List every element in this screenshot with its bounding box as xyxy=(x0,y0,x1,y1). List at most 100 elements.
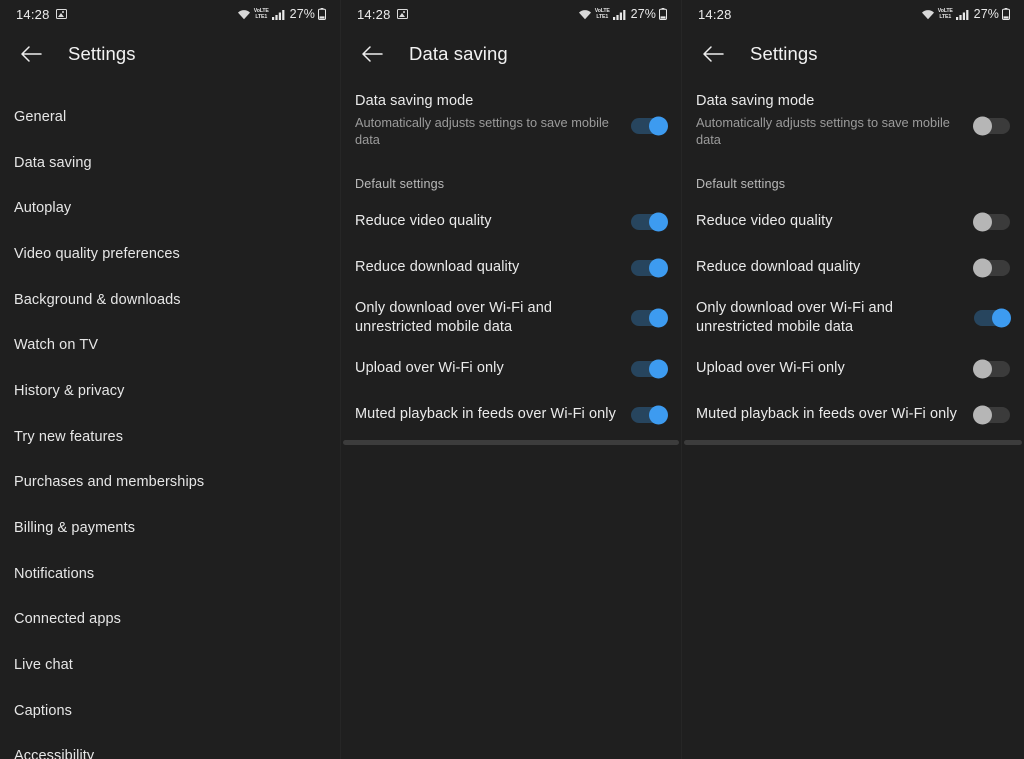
settings-nav-list: General Data saving Autoplay Video quali… xyxy=(0,80,340,759)
settings-content: Data saving mode Automatically adjusts s… xyxy=(341,80,681,438)
sidebar-item-connected-apps[interactable]: Connected apps xyxy=(0,597,340,643)
row-text: Reduce download quality xyxy=(355,258,631,278)
arrow-left-icon xyxy=(361,45,383,63)
sidebar-item-label: Try new features xyxy=(14,429,123,445)
row-upload-over-wifi-only[interactable]: Upload over Wi-Fi only xyxy=(355,346,667,392)
row-upload-over-wifi-only[interactable]: Upload over Wi-Fi only xyxy=(696,346,1010,392)
row-title: Reduce download quality xyxy=(355,258,619,278)
image-icon xyxy=(56,9,67,19)
status-bar-left: 14:28 xyxy=(698,7,732,22)
wifi-icon xyxy=(237,9,251,20)
scrollbar-thumb[interactable] xyxy=(343,440,679,445)
row-text: Upload over Wi-Fi only xyxy=(696,359,974,379)
sidebar-item-data-saving[interactable]: Data saving xyxy=(0,140,340,186)
sidebar-item-history-and-privacy[interactable]: History & privacy xyxy=(0,368,340,414)
row-title: Muted playback in feeds over Wi-Fi only xyxy=(355,405,619,425)
row-reduce-video-quality[interactable]: Reduce video quality xyxy=(696,199,1010,245)
sidebar-item-live-chat[interactable]: Live chat xyxy=(0,642,340,688)
row-text: Only download over Wi-Fi and unrestricte… xyxy=(696,299,974,338)
toggle-reduce-download-quality[interactable] xyxy=(974,260,1010,276)
back-button[interactable] xyxy=(355,37,389,71)
row-text: Reduce download quality xyxy=(696,258,974,278)
horizontal-scrollbar[interactable] xyxy=(682,440,1024,445)
sidebar-item-label: Video quality preferences xyxy=(14,246,180,262)
sidebar-item-try-new-features[interactable]: Try new features xyxy=(0,414,340,460)
sidebar-item-notifications[interactable]: Notifications xyxy=(0,551,340,597)
row-reduce-download-quality[interactable]: Reduce download quality xyxy=(696,245,1010,291)
toggle-only-download-over-wifi[interactable] xyxy=(974,310,1010,326)
row-title: Reduce video quality xyxy=(696,212,962,232)
sidebar-item-captions[interactable]: Captions xyxy=(0,688,340,734)
app-bar: Settings xyxy=(682,28,1024,80)
row-title: Data saving mode xyxy=(696,92,962,112)
row-only-download-over-wifi[interactable]: Only download over Wi-Fi and unrestricte… xyxy=(355,291,667,346)
sidebar-item-label: Live chat xyxy=(14,657,73,673)
row-text: Data saving mode Automatically adjusts s… xyxy=(696,92,974,149)
back-button[interactable] xyxy=(14,37,48,71)
toggle-reduce-download-quality[interactable] xyxy=(631,260,667,276)
sidebar-item-purchases-and-memberships[interactable]: Purchases and memberships xyxy=(0,460,340,506)
row-title: Upload over Wi-Fi only xyxy=(355,359,619,379)
page-title: Settings xyxy=(68,43,136,65)
toggle-only-download-over-wifi[interactable] xyxy=(631,310,667,326)
status-bar-clock: 14:28 xyxy=(16,7,50,22)
volte-icon: VoLTE LTE1 xyxy=(595,8,610,21)
sidebar-item-label: Captions xyxy=(14,703,72,719)
signal-bars-icon xyxy=(956,9,969,20)
sidebar-item-general[interactable]: General xyxy=(0,94,340,140)
scrollbar-thumb[interactable] xyxy=(684,440,1022,445)
row-text: Reduce video quality xyxy=(696,212,974,232)
toggle-reduce-video-quality[interactable] xyxy=(974,214,1010,230)
toggle-reduce-video-quality[interactable] xyxy=(631,214,667,230)
sidebar-item-label: Watch on TV xyxy=(14,337,98,353)
toggle-muted-playback-in-feeds[interactable] xyxy=(631,407,667,423)
battery-percent-label: 27% xyxy=(631,7,656,21)
row-muted-playback-in-feeds[interactable]: Muted playback in feeds over Wi-Fi only xyxy=(355,392,667,438)
settings-content: Data saving mode Automatically adjusts s… xyxy=(682,80,1024,438)
wifi-icon xyxy=(921,9,935,20)
toggle-upload-over-wifi-only[interactable] xyxy=(974,361,1010,377)
panel-settings-nav: 14:28 VoLTE LTE1 xyxy=(0,0,341,759)
sidebar-item-label: Purchases and memberships xyxy=(14,474,204,490)
row-muted-playback-in-feeds[interactable]: Muted playback in feeds over Wi-Fi only xyxy=(696,392,1010,438)
row-data-saving-mode[interactable]: Data saving mode Automatically adjusts s… xyxy=(355,80,667,163)
section-header-default-settings: Default settings xyxy=(355,163,667,199)
sidebar-item-label: Connected apps xyxy=(14,611,121,627)
row-text: Reduce video quality xyxy=(355,212,631,232)
battery-percent-label: 27% xyxy=(290,7,315,21)
sidebar-item-autoplay[interactable]: Autoplay xyxy=(0,185,340,231)
page-title: Settings xyxy=(750,43,818,65)
phone-screenshot-strip: 14:28 VoLTE LTE1 xyxy=(0,0,1024,759)
row-reduce-download-quality[interactable]: Reduce download quality xyxy=(355,245,667,291)
sidebar-item-label: History & privacy xyxy=(14,383,124,399)
status-bar-right: VoLTE LTE1 27% xyxy=(237,7,326,21)
status-bar-right: VoLTE LTE1 27% xyxy=(578,7,667,21)
sidebar-item-billing-and-payments[interactable]: Billing & payments xyxy=(0,505,340,551)
row-text: Data saving mode Automatically adjusts s… xyxy=(355,92,631,149)
sidebar-item-watch-on-tv[interactable]: Watch on TV xyxy=(0,322,340,368)
toggle-upload-over-wifi-only[interactable] xyxy=(631,361,667,377)
image-icon xyxy=(397,9,408,19)
horizontal-scrollbar[interactable] xyxy=(341,440,681,445)
sidebar-item-label: Accessibility xyxy=(14,748,94,759)
toggle-data-saving-mode[interactable] xyxy=(974,118,1010,134)
row-reduce-video-quality[interactable]: Reduce video quality xyxy=(355,199,667,245)
wifi-icon xyxy=(578,9,592,20)
sidebar-item-video-quality-preferences[interactable]: Video quality preferences xyxy=(0,231,340,277)
arrow-left-icon xyxy=(702,45,724,63)
toggle-muted-playback-in-feeds[interactable] xyxy=(974,407,1010,423)
row-title: Reduce download quality xyxy=(696,258,962,278)
back-button[interactable] xyxy=(696,37,730,71)
row-only-download-over-wifi[interactable]: Only download over Wi-Fi and unrestricte… xyxy=(696,291,1010,346)
row-text: Muted playback in feeds over Wi-Fi only xyxy=(355,405,631,425)
sidebar-item-background-and-downloads[interactable]: Background & downloads xyxy=(0,277,340,323)
row-title: Reduce video quality xyxy=(355,212,619,232)
row-data-saving-mode[interactable]: Data saving mode Automatically adjusts s… xyxy=(696,80,1010,163)
app-bar: Settings xyxy=(0,28,340,80)
page-title: Data saving xyxy=(409,43,508,65)
volte-icon: VoLTE LTE1 xyxy=(938,8,953,21)
status-bar-left: 14:28 xyxy=(357,7,408,22)
sidebar-item-accessibility[interactable]: Accessibility xyxy=(0,734,340,759)
toggle-data-saving-mode[interactable] xyxy=(631,118,667,134)
status-bar: 14:28 VoLTE LTE1 xyxy=(0,0,340,28)
